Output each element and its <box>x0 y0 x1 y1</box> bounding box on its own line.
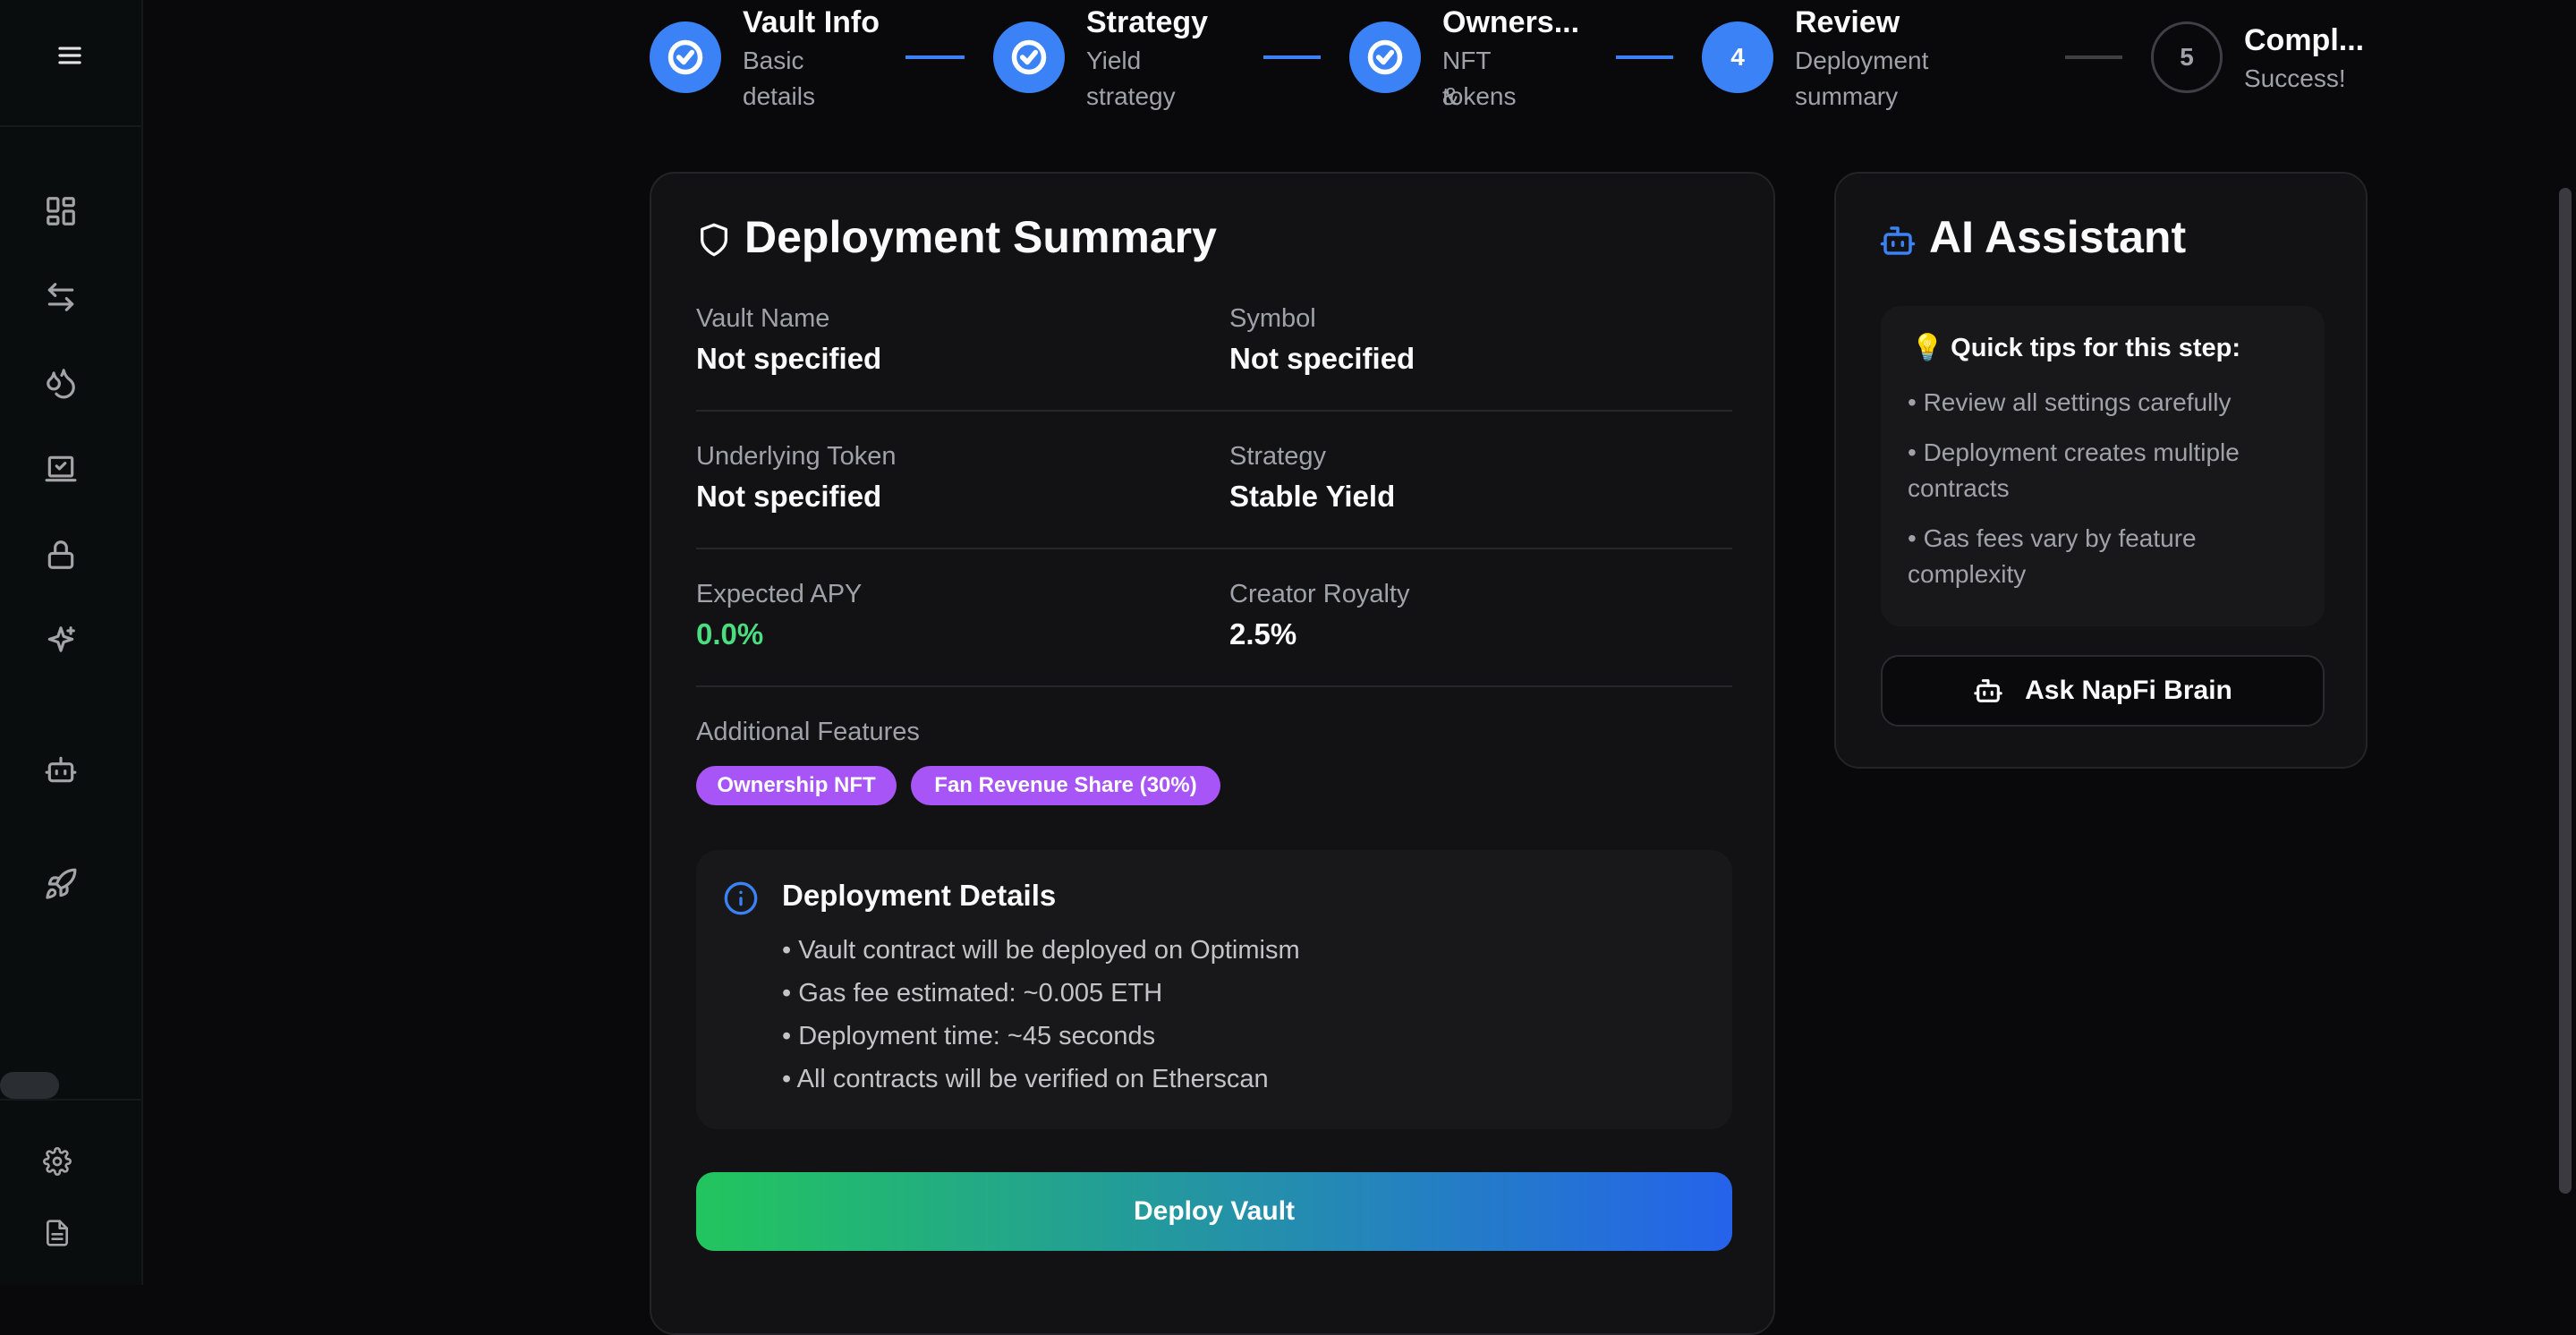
step-title: Vault Info <box>743 5 880 39</box>
tips-title: 💡 Quick tips for this step: <box>1911 334 2241 362</box>
sidebar-header <box>0 0 141 127</box>
step-subtitle: tokens <box>1442 82 1517 110</box>
sparkles-icon[interactable] <box>41 621 81 660</box>
vault-name-label: Vault Name <box>696 304 830 333</box>
swap-icon[interactable] <box>41 277 81 317</box>
step-title: Owners... <box>1442 5 1580 39</box>
underlying-token-label: Underlying Token <box>696 442 897 471</box>
details-item: • All contracts will be verified on Ethe… <box>782 1065 1269 1093</box>
step-subtitle: Success! <box>2244 64 2346 92</box>
quick-tips-box: 💡 Quick tips for this step: • Review all… <box>1881 306 2325 626</box>
creator-royalty-value: 2.5% <box>1229 617 1297 650</box>
divider <box>696 410 1732 412</box>
step-subtitle: details <box>743 82 815 110</box>
symbol-value: Not specified <box>1229 342 1416 375</box>
page-scrollbar[interactable] <box>2559 188 2572 1194</box>
underlying-token-value: Not specified <box>696 480 882 513</box>
step-subtitle: summary <box>1795 82 1899 110</box>
rocket-icon[interactable] <box>41 864 81 904</box>
step-subtitle: strategy <box>1086 82 1176 110</box>
deployment-details-box: Deployment Details • Vault contract will… <box>696 850 1732 1129</box>
card-title: AI Assistant <box>1929 212 2187 262</box>
step-connector <box>1263 55 1321 59</box>
details-title: Deployment Details <box>782 879 1057 912</box>
lock-icon[interactable] <box>41 535 81 574</box>
strategy-value: Stable Yield <box>1229 480 1396 513</box>
step-title: Strategy <box>1086 5 1209 39</box>
step-title: Compl... <box>2244 23 2365 57</box>
checklist-icon[interactable] <box>41 449 81 489</box>
details-item: • Deployment time: ~45 seconds <box>782 1022 1156 1050</box>
creator-royalty-label: Creator Royalty <box>1229 580 1410 608</box>
step-number: 5 <box>2151 21 2223 93</box>
sidebar <box>0 0 143 1285</box>
shield-icon <box>696 222 732 258</box>
sidebar-scrollbar[interactable] <box>0 1072 59 1099</box>
document-icon[interactable] <box>38 1213 77 1253</box>
divider <box>696 548 1732 549</box>
details-item: • Gas fee estimated: ~0.005 ETH <box>782 979 1163 1008</box>
dashboard-icon[interactable] <box>41 191 81 231</box>
info-icon <box>723 880 759 916</box>
bot-icon <box>1879 222 1917 259</box>
strategy-label: Strategy <box>1229 442 1326 471</box>
tip-item: • Gas fees vary by feature complexity <box>1908 524 2197 588</box>
divider <box>696 685 1732 687</box>
feature-badge: Fan Revenue Share (30%) <box>911 766 1220 805</box>
expected-apy-label: Expected APY <box>696 580 863 608</box>
symbol-label: Symbol <box>1229 304 1316 333</box>
expected-apy-value: 0.0% <box>696 617 764 650</box>
feature-badge: Ownership NFT <box>696 766 897 805</box>
details-item: • Vault contract will be deployed on Opt… <box>782 936 1300 965</box>
flame-icon[interactable] <box>41 363 81 403</box>
gear-icon[interactable] <box>38 1142 77 1181</box>
step-subtitle: Yield <box>1086 47 1142 74</box>
ask-napfi-brain-button[interactable]: Ask NapFi Brain <box>1881 655 2325 727</box>
step-connector <box>905 55 965 59</box>
step-subtitle: Basic <box>743 47 804 74</box>
deployment-summary-card: Deployment Summary Vault Name Not specif… <box>650 172 1775 1335</box>
step-connector <box>2065 55 2122 59</box>
bot-icon <box>1974 679 2002 702</box>
vault-name-value: Not specified <box>696 342 882 375</box>
step-connector <box>1616 55 1673 59</box>
check-circle-icon <box>1349 21 1421 93</box>
step-title: Review <box>1795 5 1900 39</box>
check-circle-icon <box>993 21 1065 93</box>
check-circle-icon <box>650 21 721 93</box>
bot-icon[interactable] <box>41 750 81 789</box>
additional-features-label: Additional Features <box>696 718 920 746</box>
tip-item: • Deployment creates multiple contracts <box>1908 438 2240 502</box>
deploy-vault-button[interactable]: Deploy Vault <box>696 1172 1732 1251</box>
card-title: Deployment Summary <box>744 212 1217 262</box>
tip-item: • Review all settings carefully <box>1908 388 2232 416</box>
step-number: 4 <box>1702 21 1773 93</box>
step-subtitle: Deployment <box>1795 47 1929 74</box>
ask-button-label: Ask NapFi Brain <box>2025 676 2232 705</box>
sidebar-divider <box>0 1099 141 1101</box>
ai-assistant-card: AI Assistant 💡 Quick tips for this step:… <box>1834 172 2368 769</box>
menu-icon[interactable] <box>50 36 89 75</box>
